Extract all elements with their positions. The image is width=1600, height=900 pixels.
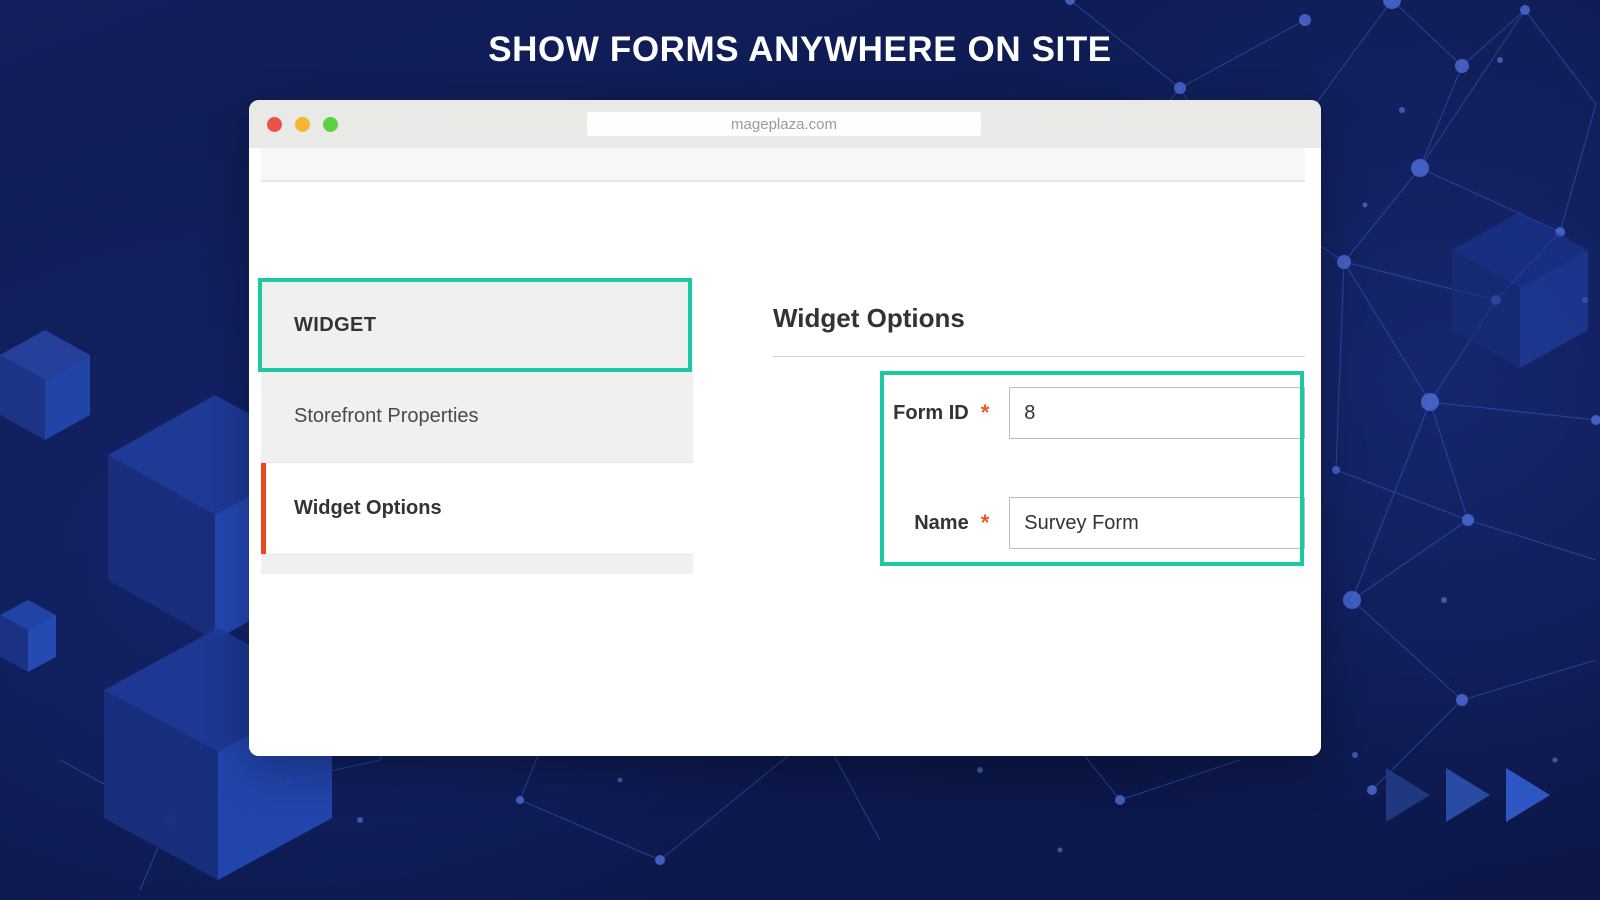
maximize-window-icon[interactable] (323, 117, 338, 132)
panel-heading: Widget Options (773, 303, 965, 333)
field-row-form-id: Form ID * (773, 380, 1305, 446)
sidebar-item-label: Storefront Properties (294, 405, 479, 427)
widget-options-form: Form ID * Name * (773, 371, 1305, 566)
name-input[interactable] (1009, 497, 1305, 549)
required-asterisk-icon: * (980, 510, 990, 535)
sidebar-header: WIDGET (261, 280, 693, 370)
form-id-input[interactable] (1009, 387, 1305, 439)
sidebar-footer-strip (261, 554, 693, 574)
address-bar[interactable]: mageplaza.com (587, 112, 981, 136)
admin-toolbar-strip (261, 148, 1305, 182)
name-label: Name (914, 511, 969, 534)
sidebar-item-label: Widget Options (294, 497, 442, 519)
address-bar-text: mageplaza.com (731, 115, 837, 133)
panel-divider (773, 356, 1305, 357)
form-id-label: Form ID (893, 401, 969, 424)
browser-window: mageplaza.com WIDGET Storefront Properti… (249, 100, 1321, 756)
field-row-name: Name * (773, 490, 1305, 556)
page-title: SHOW FORMS ANYWHERE ON SITE (488, 30, 1112, 69)
sidebar-header-label: WIDGET (294, 313, 377, 336)
traffic-light-group (267, 117, 338, 132)
sidebar-item-storefront-properties[interactable]: Storefront Properties (261, 370, 693, 462)
page-content: WIDGET Storefront Properties Widget Opti… (249, 148, 1321, 756)
minimize-window-icon[interactable] (295, 117, 310, 132)
sidebar-item-widget-options[interactable]: Widget Options (261, 462, 693, 554)
name-label-group: Name * (773, 512, 993, 535)
required-asterisk-icon: * (980, 400, 990, 425)
widget-sidebar-nav: WIDGET Storefront Properties Widget Opti… (261, 280, 693, 574)
close-window-icon[interactable] (267, 117, 282, 132)
widget-options-panel: Widget Options Form ID * Name * (773, 303, 1305, 566)
form-id-label-group: Form ID * (773, 402, 993, 425)
browser-chrome: mageplaza.com (249, 100, 1321, 148)
